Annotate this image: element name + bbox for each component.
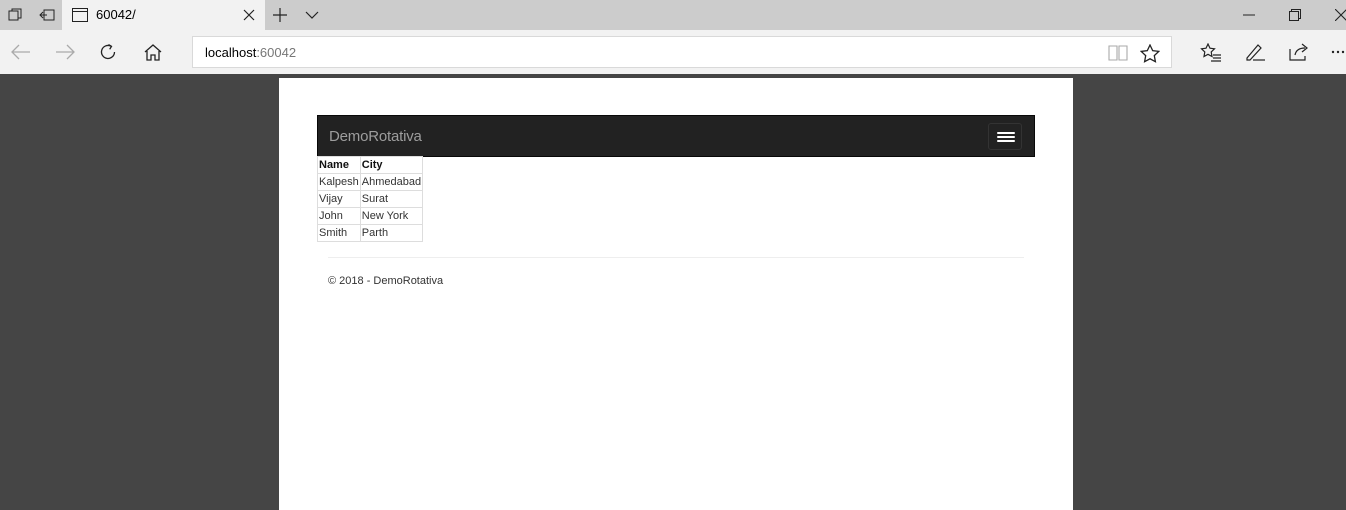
url-port: :60042: [256, 45, 297, 60]
site-navbar: DemoRotativa: [317, 115, 1035, 157]
tab-strip: 60042/: [0, 0, 1346, 30]
table-row: John New York: [317, 207, 424, 225]
share-icon[interactable]: [1287, 41, 1311, 63]
refresh-icon[interactable]: [97, 41, 119, 63]
address-url: localhost:60042: [205, 45, 296, 60]
address-bar[interactable]: localhost:60042: [192, 36, 1172, 68]
set-tabs-aside-icon[interactable]: [37, 5, 57, 25]
column-header-city: City: [359, 156, 424, 174]
table-row: Vijay Surat: [317, 190, 424, 208]
table-row: Smith Parth: [317, 224, 424, 242]
brand-link[interactable]: DemoRotativa: [329, 128, 422, 145]
active-tab[interactable]: 60042/: [62, 0, 265, 30]
cell-city: Ahmedabad: [359, 173, 424, 191]
column-header-name: Name: [317, 156, 361, 174]
home-icon[interactable]: [142, 41, 164, 63]
table-header-row: Name City: [317, 156, 424, 174]
restore-icon[interactable]: [1284, 4, 1306, 26]
chevron-down-icon[interactable]: [301, 4, 323, 26]
footer-copyright: © 2018 - DemoRotativa: [328, 275, 444, 287]
cell-city: Parth: [359, 224, 424, 242]
tab-preview-icon[interactable]: [5, 5, 25, 25]
cell-name: Kalpesh: [317, 173, 361, 191]
people-table: Name City Kalpesh Ahmedabad Vijay Surat …: [317, 156, 424, 242]
pdf-page: DemoRotativa Name City Kalpesh Ahmedabad: [279, 78, 1073, 510]
cell-name: Vijay: [317, 190, 361, 208]
favorites-hub-icon[interactable]: [1199, 41, 1223, 63]
close-window-icon[interactable]: [1330, 4, 1346, 26]
forward-arrow-icon[interactable]: [54, 41, 76, 63]
cell-name: Smith: [317, 224, 361, 242]
browser-toolbar: localhost:60042: [0, 30, 1346, 74]
tab-title: 60042/: [96, 7, 136, 22]
pdf-viewer: DemoRotativa Name City Kalpesh Ahmedabad: [0, 74, 1346, 510]
minimize-icon[interactable]: [1238, 4, 1260, 26]
close-tab-icon[interactable]: [238, 4, 260, 26]
favorite-star-icon[interactable]: [1139, 42, 1161, 64]
cell-city: New York: [359, 207, 424, 225]
hamburger-bar: [997, 136, 1015, 138]
footer-divider: [328, 257, 1024, 258]
cell-name: John: [317, 207, 361, 225]
pen-notes-icon[interactable]: [1243, 41, 1267, 63]
table-row: Kalpesh Ahmedabad: [317, 173, 424, 191]
back-arrow-icon[interactable]: [10, 41, 32, 63]
reading-view-icon[interactable]: [1107, 42, 1129, 64]
hamburger-icon: [997, 132, 1015, 134]
navbar-toggle-button[interactable]: [988, 123, 1022, 150]
url-host: localhost: [205, 45, 257, 60]
new-tab-icon[interactable]: [269, 4, 291, 26]
hamburger-bar: [997, 140, 1015, 142]
page-icon: [72, 8, 88, 27]
more-options-icon[interactable]: [1328, 41, 1346, 63]
cell-city: Surat: [359, 190, 424, 208]
